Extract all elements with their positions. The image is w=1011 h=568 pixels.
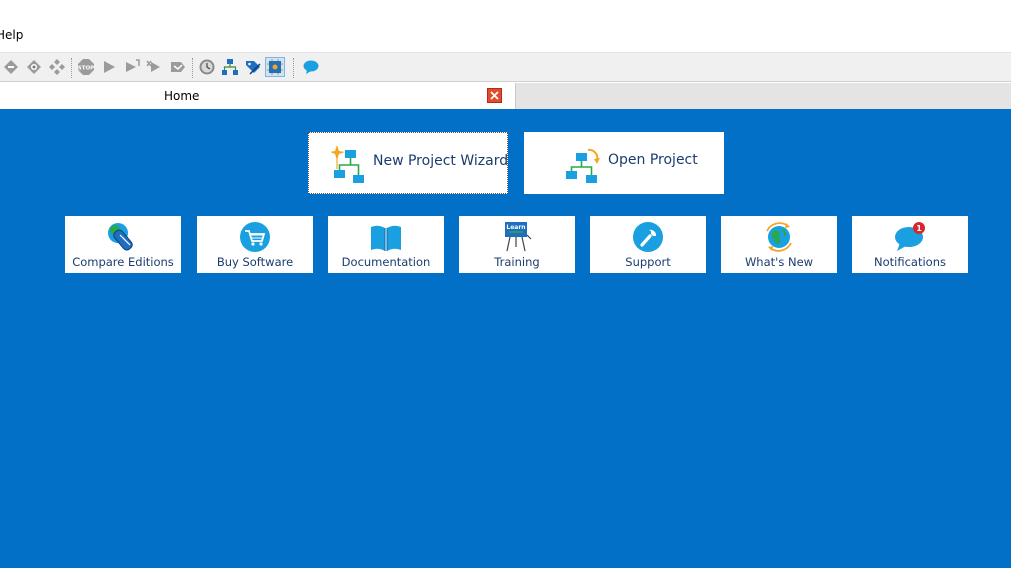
menu-help[interactable]: Help <box>0 28 23 42</box>
chat-bubble-icon: 1 <box>895 222 925 251</box>
training-label: Training <box>494 255 540 269</box>
open-project-label: Open Project <box>608 152 698 168</box>
buy-software-label: Buy Software <box>216 255 294 269</box>
compare-editions-label: Compare Editions <box>72 255 174 269</box>
tab-home[interactable]: Home <box>0 83 516 109</box>
notifications-button[interactable]: 1 Notifications <box>852 216 968 273</box>
globe-icon <box>766 222 792 252</box>
new-project-wizard-button[interactable]: New Project Wizard <box>308 132 508 194</box>
settings-chip-icon[interactable] <box>265 57 285 77</box>
support-button[interactable]: Support <box>590 216 706 273</box>
learn-text: Learn <box>506 224 525 231</box>
step-icon[interactable] <box>122 57 142 77</box>
compare-editions-icon <box>108 223 133 251</box>
toolbar-separator <box>192 58 193 78</box>
tab-strip: Home <box>0 83 1011 109</box>
menu-bar: Help <box>0 0 1011 52</box>
close-icon <box>490 91 499 100</box>
learn-board-icon: Learn <box>505 222 532 252</box>
fold-icon[interactable] <box>168 57 188 77</box>
tag-icon[interactable] <box>243 57 263 77</box>
new-project-wizard-label: New Project Wizard <box>373 153 509 169</box>
chat-icon[interactable] <box>301 57 321 77</box>
tab-home-label: Home <box>164 89 200 103</box>
hierarchy-icon[interactable] <box>220 57 240 77</box>
toolbar-separator <box>293 58 294 78</box>
play-icon[interactable] <box>99 57 119 77</box>
toolbar: STOP <box>0 52 1011 82</box>
clock-icon[interactable] <box>197 57 217 77</box>
new-project-wizard-icon <box>331 145 364 183</box>
home-page: New Project Wizard Open Project Compare … <box>0 109 1011 568</box>
notifications-label: Notifications <box>874 255 946 269</box>
documentation-label: Documentation <box>341 255 431 269</box>
open-project-button[interactable]: Open Project <box>524 132 724 194</box>
diamond-icon[interactable] <box>1 57 21 77</box>
buy-software-button[interactable]: Buy Software <box>197 216 313 273</box>
step-over-icon[interactable] <box>145 57 165 77</box>
toolbar-separator <box>71 58 72 78</box>
wrench-icon <box>633 222 663 252</box>
whats-new-button[interactable]: What's New <box>721 216 837 273</box>
support-label: Support <box>625 255 671 269</box>
documentation-button[interactable]: Documentation <box>328 216 444 273</box>
training-button[interactable]: Learn Training <box>459 216 575 273</box>
dots-diamond-icon[interactable] <box>47 57 67 77</box>
close-tab-button[interactable] <box>487 88 502 103</box>
book-icon <box>371 225 401 251</box>
shopping-cart-icon <box>240 222 270 252</box>
compare-editions-button[interactable]: Compare Editions <box>65 216 181 273</box>
svg-text:STOP: STOP <box>78 66 94 72</box>
eye-diamond-icon[interactable] <box>24 57 44 77</box>
open-project-icon <box>566 148 600 183</box>
notification-badge: 1 <box>916 224 922 233</box>
whats-new-label: What's New <box>744 255 814 269</box>
stop-icon[interactable]: STOP <box>76 57 96 77</box>
